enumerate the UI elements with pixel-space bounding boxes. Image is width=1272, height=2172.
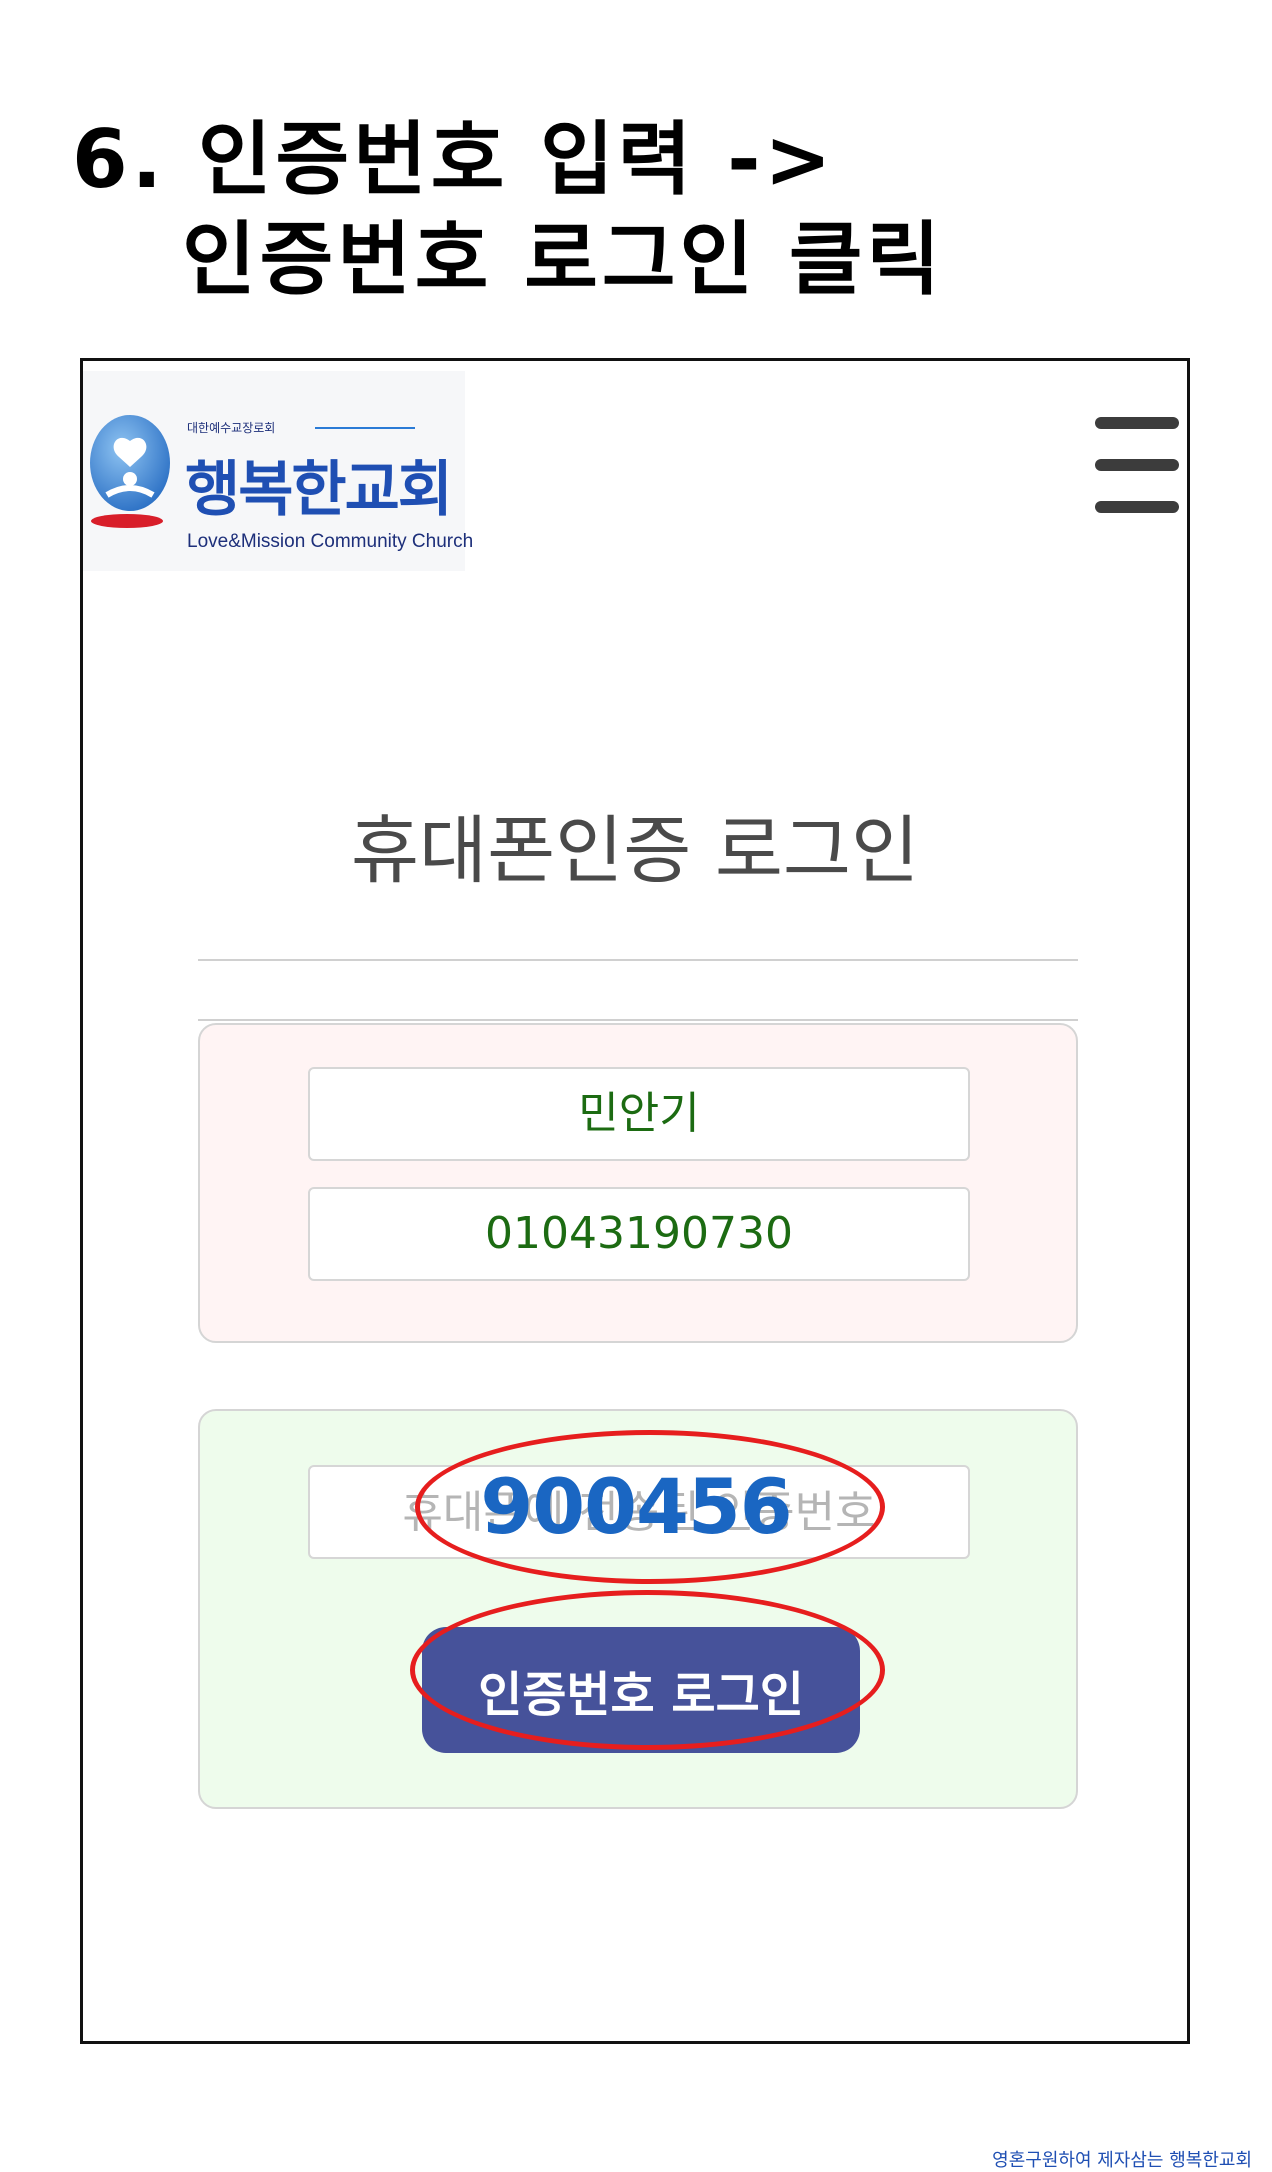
user-info-panel: 민안기 01043190730 — [198, 1023, 1078, 1343]
logo-subtitle-rule — [315, 427, 415, 429]
verification-code-input[interactable] — [308, 1465, 970, 1559]
logo-english-name: Love&Mission Community Church — [187, 531, 474, 552]
slide-title-line-2: 인증번호 로그인 클릭 — [182, 213, 945, 306]
name-field[interactable]: 민안기 — [308, 1067, 970, 1161]
phone-field[interactable]: 01043190730 — [308, 1187, 970, 1281]
menu-bar — [1095, 417, 1179, 429]
verification-panel: 인증번호 로그인 — [198, 1409, 1078, 1809]
slide-title-line-1: 6. 인증번호 입력 -> — [72, 113, 836, 206]
phone-screen-frame: 대한예수교장로회 행복한교회 Love&Mission Community Ch… — [80, 358, 1190, 2044]
church-logo[interactable]: 대한예수교장로회 행복한교회 Love&Mission Community Ch… — [83, 371, 473, 571]
footer-watermark: 영혼구원하여 제자삼는 행복한교회 — [992, 2150, 1252, 2171]
logo-church-name: 행복한교회 — [185, 455, 453, 525]
page-heading: 휴대폰인증 로그인 — [350, 808, 920, 894]
church-logo-icon — [90, 415, 170, 528]
divider — [198, 959, 1078, 961]
hamburger-menu-icon[interactable] — [1095, 417, 1179, 517]
divider — [198, 1019, 1078, 1021]
slide-title: 6. 인증번호 입력 -> 인증번호 로그인 클릭 — [72, 110, 944, 310]
logo-subtitle: 대한예수교장로회 — [187, 421, 276, 435]
menu-bar — [1095, 459, 1179, 471]
verify-login-button[interactable]: 인증번호 로그인 — [422, 1627, 860, 1753]
menu-bar — [1095, 501, 1179, 513]
